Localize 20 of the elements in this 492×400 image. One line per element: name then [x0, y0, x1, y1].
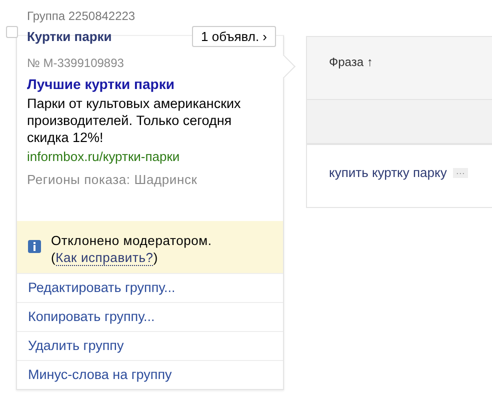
notice-paren: ) — [153, 250, 158, 265]
group-action-link[interactable]: Минус-слова на группу — [17, 361, 283, 389]
group-action-link[interactable]: Редактировать группу... — [17, 274, 283, 303]
ad-url[interactable]: informbox.ru/куртки-парки — [27, 149, 273, 164]
phrase-link[interactable]: купить куртку парку — [329, 165, 447, 180]
group-checkbox[interactable] — [6, 26, 18, 38]
ad-regions: Регионы показа: Шадринск — [27, 172, 198, 187]
info-icon — [28, 240, 41, 253]
column-header[interactable]: Фраза ↑ — [329, 55, 373, 69]
ad-title[interactable]: Лучшие куртки парки — [27, 76, 273, 92]
fix-link[interactable]: Как исправить? — [56, 250, 154, 266]
group-name: Куртки парки — [27, 28, 112, 44]
group-action-link[interactable]: Копировать группу... — [17, 303, 283, 332]
ad-number: № M-3399109893 — [27, 56, 125, 70]
group-action-link[interactable]: Удалить группу — [17, 332, 283, 361]
group-number: Группа 2250842223 — [26, 9, 136, 25]
ad-text: Парки от культовых американских производителей. Только сегодня скидка 12%! — [27, 95, 242, 146]
notice-text: Отклонено модератором. — [51, 232, 212, 249]
notice-paren: ( — [51, 250, 56, 265]
ads-count-button[interactable]: 1 объявл. › — [192, 26, 276, 46]
